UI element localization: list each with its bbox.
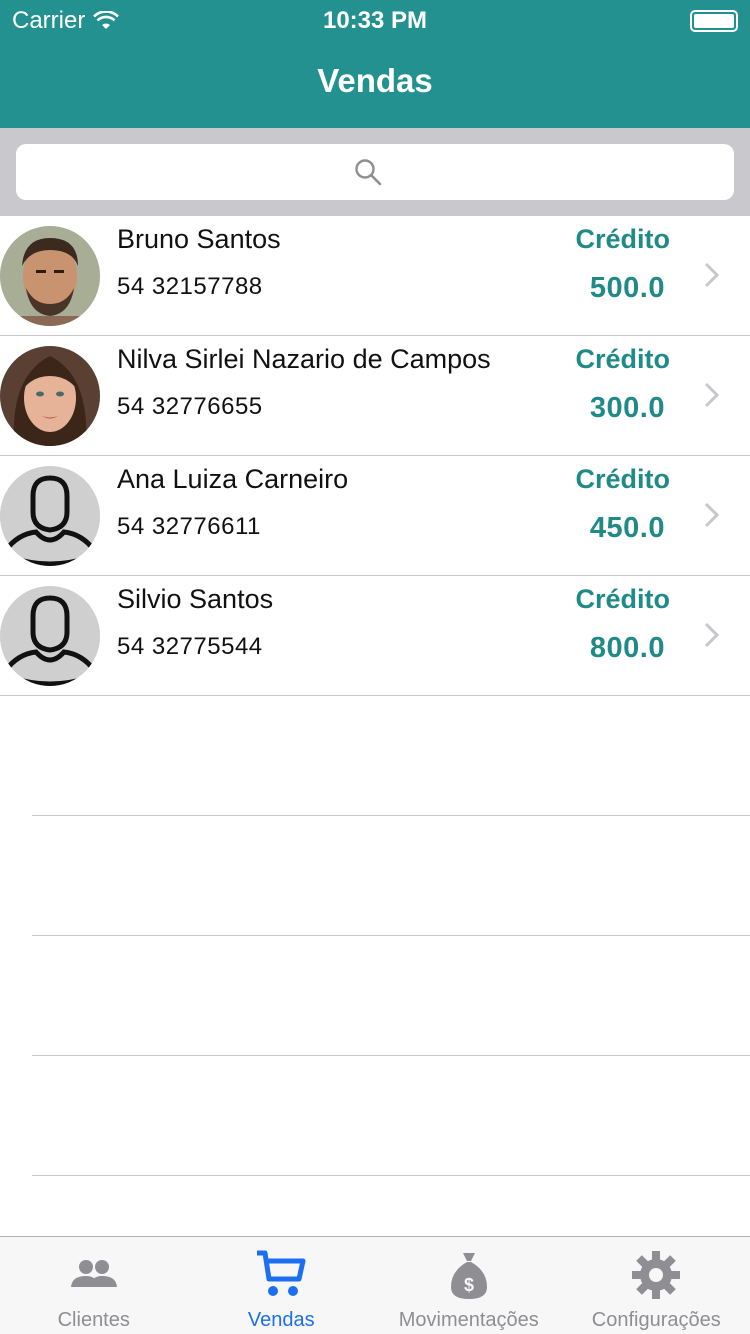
status-bar: Carrier 10:33 PM	[0, 0, 750, 40]
battery-icon	[690, 10, 738, 32]
client-name: Nilva Sirlei Nazario de Campos	[117, 344, 491, 374]
avatar-placeholder-icon	[0, 466, 100, 566]
status-time: 10:33 PM	[322, 7, 428, 34]
credit-label: Crédito	[575, 464, 671, 494]
money-bag-icon: $	[450, 1253, 487, 1299]
client-phone: 54 32775544	[117, 633, 263, 660]
tab-label: Vendas	[247, 1309, 315, 1331]
chevron-right-icon	[704, 502, 720, 528]
tab-label: Movimentações	[398, 1309, 539, 1331]
cart-icon	[257, 1250, 306, 1296]
client-row[interactable]: Silvio Santos 54 32775544 Crédito 800.0	[0, 576, 750, 696]
empty-row	[32, 696, 750, 816]
empty-row	[32, 816, 750, 936]
client-list: Bruno Santos 54 32157788 Crédito 500.0 N…	[0, 216, 750, 1296]
search-icon	[355, 159, 382, 186]
credit-label: Crédito	[575, 224, 671, 254]
chevron-right-icon	[704, 382, 720, 408]
chevron-right-icon	[704, 622, 720, 648]
client-phone: 54 32157788	[117, 273, 263, 300]
client-phone: 54 32776611	[117, 513, 261, 540]
empty-row	[32, 936, 750, 1056]
client-name: Ana Luiza Carneiro	[117, 464, 349, 494]
credit-value: 450.0	[589, 512, 665, 544]
page-title: Vendas	[317, 62, 433, 99]
client-row[interactable]: Bruno Santos 54 32157788 Crédito 500.0	[0, 216, 750, 336]
navigation-header: Carrier 10:33 PM Vendas	[0, 0, 750, 128]
tab-bar: Clientes Vendas $ Movimentações Configur…	[0, 1236, 750, 1334]
svg-text:$: $	[464, 1275, 474, 1295]
tab-label: Clientes	[57, 1309, 130, 1331]
gear-icon	[632, 1251, 681, 1299]
tab-movimentacoes[interactable]: $ Movimentações	[375, 1237, 563, 1334]
credit-value: 300.0	[589, 392, 665, 424]
people-icon	[70, 1260, 117, 1287]
client-phone: 54 32776655	[117, 393, 263, 420]
tab-label: Configurações	[591, 1309, 721, 1331]
client-name: Bruno Santos	[117, 224, 281, 254]
empty-row	[32, 1056, 750, 1176]
credit-label: Crédito	[575, 584, 671, 614]
tab-configuracoes[interactable]: Configurações	[563, 1237, 750, 1334]
avatar-placeholder-icon	[0, 586, 100, 686]
tab-vendas[interactable]: Vendas	[188, 1237, 376, 1334]
avatar-photo-woman	[0, 346, 100, 446]
avatar-photo-man	[0, 226, 100, 326]
credit-label: Crédito	[575, 344, 671, 374]
client-name: Silvio Santos	[117, 584, 274, 614]
credit-value: 500.0	[589, 272, 665, 304]
tab-clientes[interactable]: Clientes	[0, 1237, 188, 1334]
chevron-right-icon	[704, 262, 720, 288]
client-row[interactable]: Ana Luiza Carneiro 54 32776611 Crédito 4…	[0, 456, 750, 576]
client-row[interactable]: Nilva Sirlei Nazario de Campos 54 327766…	[0, 336, 750, 456]
credit-value: 800.0	[589, 632, 665, 664]
